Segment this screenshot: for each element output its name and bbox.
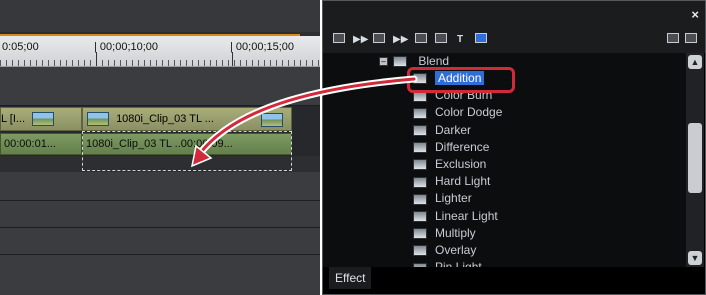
film-icon[interactable] <box>373 33 385 47</box>
effect-icon <box>413 124 427 136</box>
panel-titlebar: × <box>323 1 705 27</box>
effect-item-label: Linear Light <box>435 208 498 223</box>
video-track[interactable]: L [I... 1080i_Clip_03 TL ... <box>0 106 320 132</box>
effect-item[interactable]: Hard Light <box>413 173 490 190</box>
title-tool-icon[interactable]: T <box>457 33 463 47</box>
ruler-ticks <box>0 60 320 66</box>
effect-item[interactable]: Difference <box>413 139 489 156</box>
drop-target-highlight <box>82 131 292 171</box>
selection-annotation <box>407 67 515 93</box>
effect-item-label: Color Dodge <box>435 105 503 120</box>
panel-view-icon[interactable] <box>667 33 679 47</box>
clip-thumbnail <box>32 112 55 127</box>
scrollbar-thumb[interactable] <box>688 123 702 193</box>
effect-icon <box>413 159 427 171</box>
effect-item-label: Overlay <box>435 243 477 257</box>
forward-icon[interactable]: ▶▶ <box>393 33 408 47</box>
effect-item[interactable]: Multiply <box>413 225 476 242</box>
time-ruler[interactable]: 0:05;00 | 00;00;10;00 | 00;00;15;00 <box>0 36 320 67</box>
clip-label: L [I... <box>1 113 26 125</box>
timeline: 0:05;00 | 00;00;10;00 | 00;00;15;00 L [I… <box>0 0 320 295</box>
effect-item-label: Hard Light <box>435 174 491 189</box>
effect-item[interactable]: Darker <box>413 122 471 139</box>
effect-icon <box>413 176 427 188</box>
keyer-icon[interactable] <box>435 33 447 47</box>
effect-tree[interactable]: – Blend Addition Color Burn Color Dodge Dar… <box>323 53 687 267</box>
effect-item[interactable]: Lighter <box>413 190 472 207</box>
ruler-label: 0:05;00 <box>2 41 39 53</box>
effect-icon <box>413 210 427 222</box>
audio-clip[interactable]: 00:00:01... <box>0 133 82 155</box>
effect-item-label: Lighter <box>435 191 472 206</box>
effect-item[interactable]: Linear Light <box>413 208 498 225</box>
effect-item-label: Multiply <box>435 225 476 240</box>
effect-item[interactable]: Exclusion <box>413 156 486 173</box>
effect-item[interactable]: Color Dodge <box>413 104 502 121</box>
ruler-major-tick <box>232 52 233 66</box>
effect-icon <box>413 142 427 154</box>
effect-icon <box>413 107 427 119</box>
track-empty[interactable] <box>0 228 320 255</box>
track-empty[interactable] <box>0 255 320 295</box>
track-empty[interactable] <box>0 172 320 201</box>
transition-icon[interactable] <box>415 33 427 47</box>
ruler-major-tick <box>96 52 97 66</box>
effect-item-label: Difference <box>435 139 490 154</box>
effect-item-label: Exclusion <box>435 157 487 171</box>
folder-icon <box>393 56 407 68</box>
effect-item[interactable]: Pin Light <box>413 259 482 267</box>
panel-footer: Effect <box>323 267 705 294</box>
video-clip[interactable]: 1080i_Clip_03 TL ... <box>82 107 292 131</box>
scroll-down-icon[interactable]: ▼ <box>688 251 702 265</box>
tab-effect[interactable]: Effect <box>329 267 372 289</box>
effect-panel: × ▶▶ ▶▶ T – Blend Addition Color Burn Colo… <box>322 0 706 295</box>
effect-item[interactable]: Overlay <box>413 242 476 259</box>
effect-icon <box>413 193 427 205</box>
video-clip[interactable]: L [I... <box>0 107 82 131</box>
track-empty[interactable] <box>0 67 320 106</box>
vertical-scrollbar[interactable]: ▲ ▼ <box>686 53 704 267</box>
effect-item-label: Pin Light <box>435 260 482 267</box>
clip-label: 00:00:01... <box>4 138 56 150</box>
ruler-label: | 00;00;10;00 <box>94 41 159 53</box>
blend-tool-icon[interactable] <box>475 33 487 47</box>
clip-thumbnail <box>87 112 109 127</box>
collapse-icon[interactable]: – <box>379 57 388 66</box>
forward-icon[interactable]: ▶▶ <box>353 33 368 47</box>
effect-icon <box>413 228 427 240</box>
effect-item-label: Darker <box>435 122 472 137</box>
close-icon[interactable]: × <box>691 7 699 22</box>
ruler-label: | 00;00;15;00 <box>230 41 295 53</box>
scroll-up-icon[interactable]: ▲ <box>688 55 702 69</box>
panel-toolbar: ▶▶ ▶▶ T <box>323 27 705 53</box>
lock-icon[interactable] <box>685 33 697 47</box>
tree-folder-label: Blend <box>418 54 450 68</box>
clip-label: 1080i_Clip_03 TL ... <box>116 113 214 125</box>
track-empty[interactable] <box>0 201 320 228</box>
clip-thumbnail <box>261 113 283 127</box>
timeline-toolbar <box>0 0 320 32</box>
list-view-icon[interactable] <box>333 33 345 47</box>
effect-icon <box>413 245 427 257</box>
